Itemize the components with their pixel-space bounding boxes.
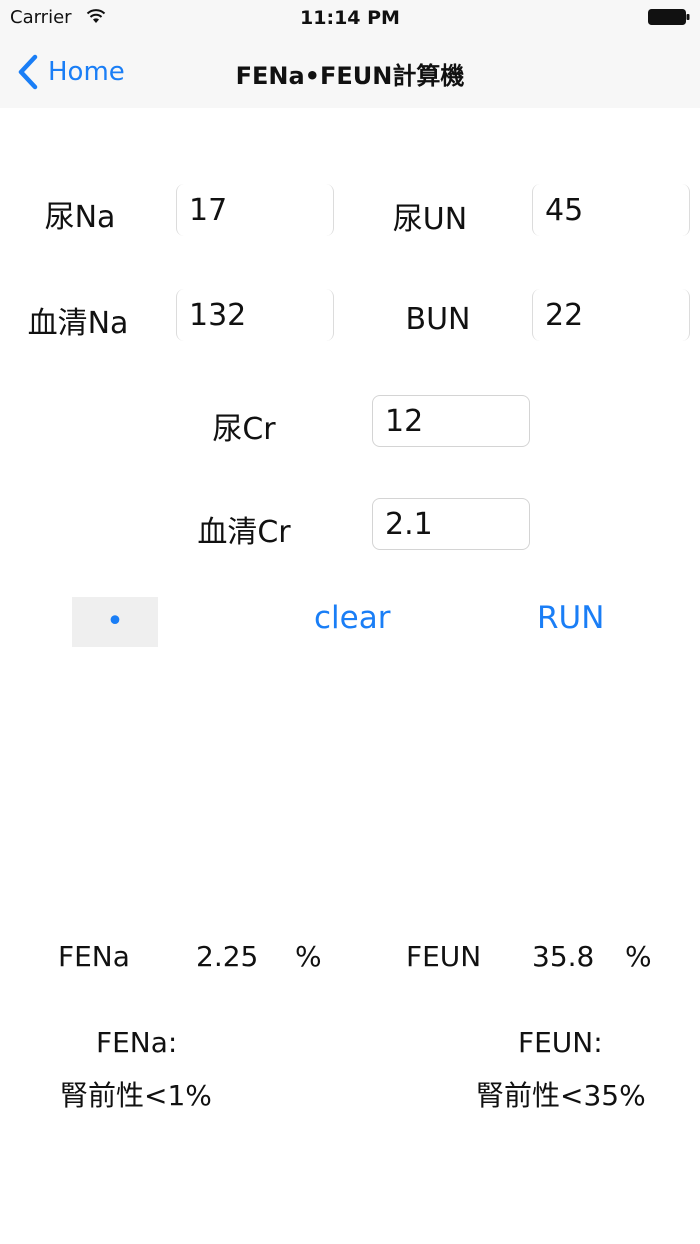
navigation-bar: Home FENa•FEUN計算機 [0,36,700,108]
urine-un-label: 尿UN [392,202,468,237]
status-bar: Carrier 11:14 PM [0,0,700,36]
bun-label: BUN [405,302,471,337]
feun-note-text: 腎前性<35% [476,1079,646,1112]
feun-result-label: FEUN [406,940,482,973]
fena-result-unit: % [295,940,322,973]
run-button[interactable]: RUN [537,600,604,636]
clock: 11:14 PM [300,7,400,29]
fena-note-title: FENa: [96,1026,178,1059]
urine-na-label: 尿Na [44,200,116,235]
urine-cr-field[interactable]: 12 [372,395,530,447]
urine-cr-label: 尿Cr [212,412,276,447]
serum-na-field[interactable]: 132 [176,289,334,341]
bun-field[interactable]: 22 [532,289,690,341]
serum-cr-field[interactable]: 2.1 [372,498,530,550]
feun-note-title: FEUN: [518,1026,603,1059]
screen: Carrier 11:14 PM Home FENa•FEUN計算機 尿Na 1… [0,0,700,1244]
urine-na-field[interactable]: 17 [176,184,334,236]
fena-note-text: 腎前性<1% [60,1079,212,1112]
page-title: FENa•FEUN計算機 [235,62,465,90]
serum-cr-label: 血清Cr [197,515,291,550]
decimal-point-button[interactable]: • [72,597,158,647]
urine-un-field[interactable]: 45 [532,184,690,236]
decimal-point-label: • [106,604,124,639]
fena-result-value: 2.25 [196,940,259,973]
fena-result-label: FENa [58,940,130,973]
clear-button[interactable]: clear [314,600,390,636]
feun-result-unit: % [625,940,652,973]
battery-icon [648,9,690,25]
serum-na-label: 血清Na [27,306,129,341]
feun-result-value: 35.8 [532,940,595,973]
